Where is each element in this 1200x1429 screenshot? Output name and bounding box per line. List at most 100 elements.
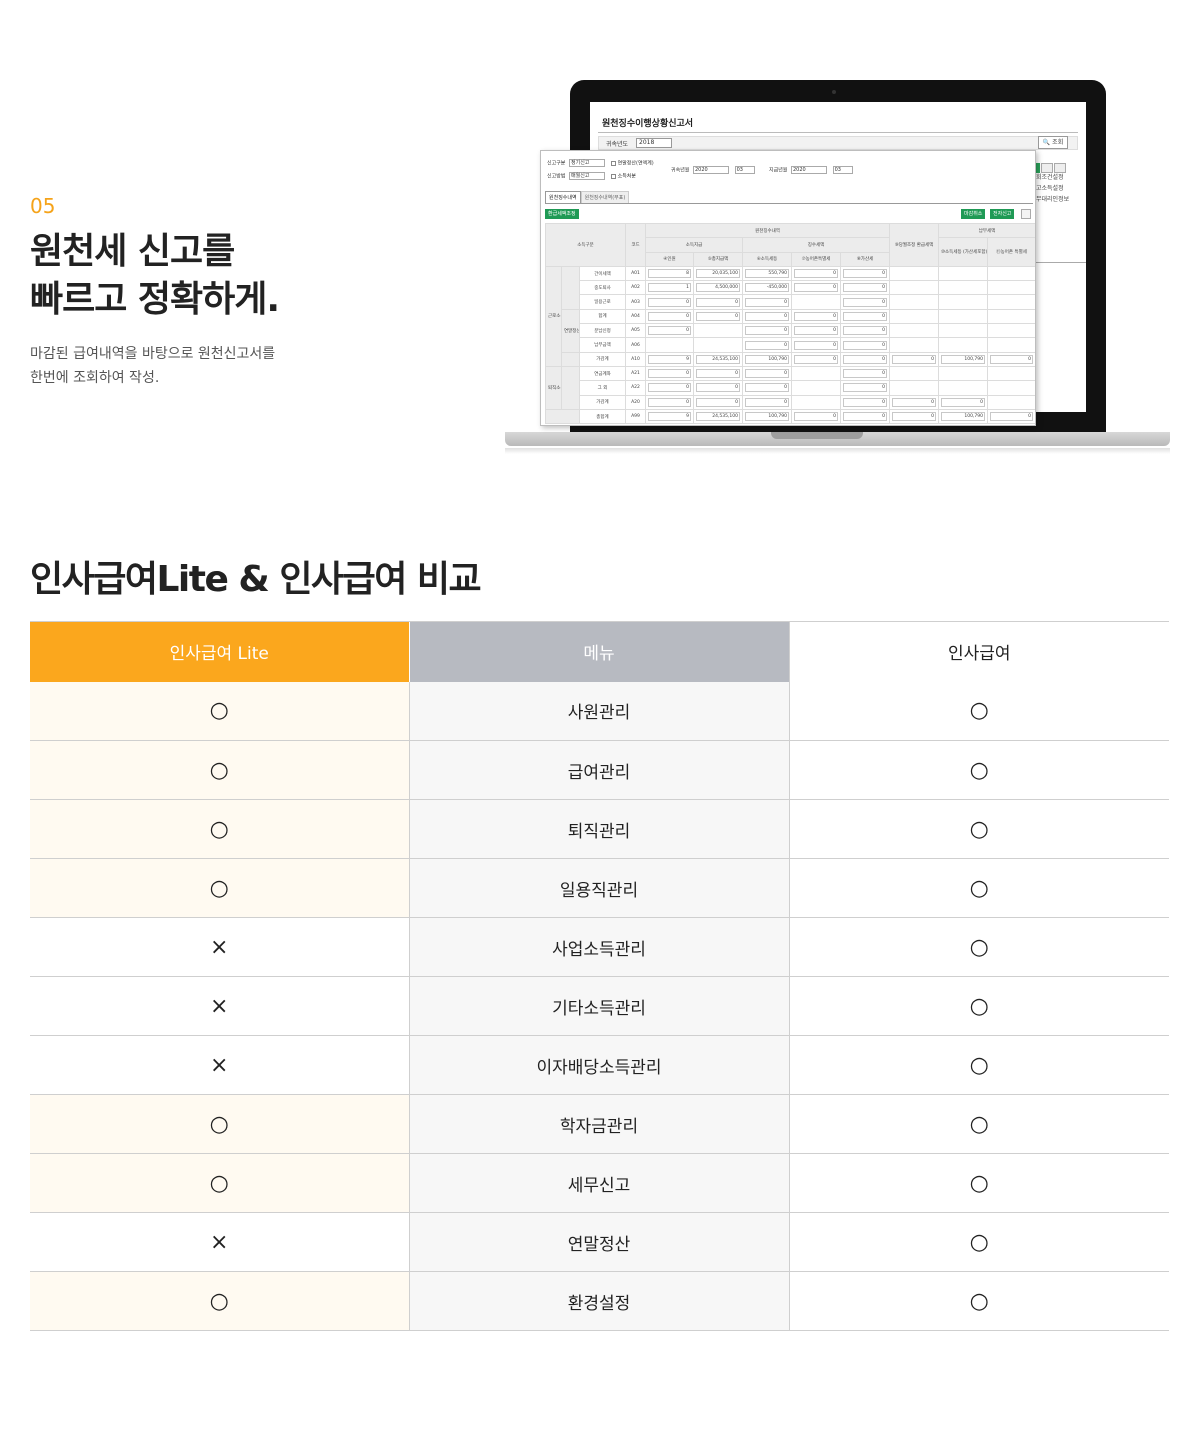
refund-adjust-button[interactable]: 환급세액조정 xyxy=(545,209,579,219)
cell-pay_rural xyxy=(987,265,1035,282)
pay-year-select[interactable]: 2020 xyxy=(791,166,827,174)
income-checkbox[interactable] xyxy=(610,173,616,179)
value-field[interactable]: 4,500,000 xyxy=(696,283,740,293)
menu-cell: 사업소득관리 xyxy=(408,917,790,977)
value-field[interactable]: 0 xyxy=(843,297,887,307)
value-field[interactable]: 0 xyxy=(794,412,838,421)
cell-rural xyxy=(791,294,841,310)
value-field[interactable]: 0 xyxy=(745,311,789,321)
cancel-close-button[interactable]: 마감취소 xyxy=(961,209,986,219)
search-button[interactable]: 🔍 조회 xyxy=(1038,136,1068,149)
compare-body: ○ 사원관리 ○ ○ 급여관리 ○ ○ 퇴직관리 ○ ○ 일용직관리 ○ × 사업소득관리 ○ × 기타소득관리… xyxy=(30,681,1169,1331)
lite-cell: × xyxy=(30,1035,409,1095)
compare-row: ○ 학자금관리 ○ xyxy=(30,1094,1169,1154)
cell-rural: 0 xyxy=(791,308,841,325)
value-field[interactable]: 0 xyxy=(745,297,789,307)
value-field[interactable]: 0 xyxy=(648,369,691,379)
value-field[interactable]: 0 xyxy=(696,369,740,379)
hero-title-line1: 원천세 신고를 xyxy=(30,231,235,272)
value-field[interactable]: -450,000 xyxy=(745,283,789,293)
value-field[interactable]: 0 xyxy=(794,283,838,293)
value-field[interactable]: 0 xyxy=(892,354,936,364)
value-field[interactable]: 0 xyxy=(648,326,691,336)
row-code: A20 xyxy=(625,394,646,410)
menu-name: 사업소득관리 xyxy=(552,939,646,960)
value-field[interactable]: 9 xyxy=(648,354,691,364)
menu-cell: 세무신고 xyxy=(408,1153,790,1213)
menu-item[interactable]: 회조건설정 xyxy=(1036,172,1080,183)
value-field[interactable]: 0 xyxy=(843,383,887,393)
efile-button[interactable]: 전자신고 xyxy=(990,209,1015,219)
value-field[interactable]: 0 xyxy=(794,340,838,350)
menu-item[interactable]: 무대리인정보 xyxy=(1036,194,1080,205)
value-field[interactable]: 0 xyxy=(648,397,691,407)
value-field[interactable]: 0 xyxy=(745,397,789,407)
value-field[interactable]: 0 xyxy=(745,340,789,350)
value-field[interactable]: 0 xyxy=(843,269,887,279)
pay-month-select[interactable]: 03 xyxy=(832,166,853,174)
value-field[interactable]: 0 xyxy=(941,397,985,407)
value-field[interactable]: 0 xyxy=(892,412,936,421)
row-code: A03 xyxy=(625,294,646,310)
yearend-checkbox[interactable] xyxy=(610,160,616,166)
table-row: 중도퇴사 A02 1 4,500,000 -450,000 0 0 xyxy=(546,280,1035,296)
value-field[interactable]: 0 xyxy=(892,397,936,407)
value-field[interactable]: 0 xyxy=(794,326,838,336)
hero-desc-line1: 마감된 급여내역을 바탕으로 원천신고서를 xyxy=(30,346,276,362)
value-field[interactable]: 0 xyxy=(794,269,838,279)
value-field[interactable]: 0 xyxy=(696,297,740,307)
value-field[interactable]: 100,790 xyxy=(745,412,789,421)
value-field[interactable]: 0 xyxy=(696,397,740,407)
value-field[interactable]: 0 xyxy=(696,311,740,321)
value-field[interactable]: 0 xyxy=(696,383,740,393)
value-field[interactable]: 100,790 xyxy=(941,354,985,364)
value-field[interactable]: 0 xyxy=(843,326,887,336)
col-pay-rural-tax: ⑪농어촌 특별세 xyxy=(987,237,1035,267)
value-field[interactable]: 0 xyxy=(648,311,691,321)
value-field[interactable]: 0 xyxy=(794,354,838,364)
print-icon[interactable] xyxy=(1021,209,1031,219)
value-field[interactable]: 0 xyxy=(990,412,1033,421)
row-code: A06 xyxy=(625,337,646,353)
value-field[interactable]: 0 xyxy=(648,297,691,307)
value-field[interactable]: 0 xyxy=(843,412,887,421)
menu-name: 퇴직관리 xyxy=(567,821,631,842)
value-field[interactable]: 0 xyxy=(990,354,1033,364)
value-field[interactable]: 0 xyxy=(843,283,887,293)
value-field[interactable]: 0 xyxy=(745,326,789,336)
tab-withholding-sub[interactable]: 원천징수내역(부표) xyxy=(580,191,630,203)
value-field[interactable]: 0 xyxy=(745,383,789,393)
compare-row: × 기타소득관리 ○ xyxy=(30,976,1169,1036)
value-field[interactable]: 100,790 xyxy=(745,354,789,364)
tab-withholding[interactable]: 원천징수내역 xyxy=(545,191,581,203)
value-field[interactable]: 24,535,100 xyxy=(696,412,740,421)
lite-mark: ○ xyxy=(209,816,229,842)
value-field[interactable]: 0 xyxy=(843,354,887,364)
value-field[interactable]: 9 xyxy=(648,412,691,421)
value-field[interactable]: 24,535,100 xyxy=(696,354,740,364)
value-field[interactable]: 0 xyxy=(843,369,887,379)
value-field[interactable]: 1 xyxy=(648,283,691,293)
belong-year-select[interactable]: 2020 xyxy=(693,166,729,174)
menu-item[interactable]: 고소득설정 xyxy=(1036,183,1080,194)
value-field[interactable]: 8 xyxy=(648,269,691,279)
value-field[interactable]: 0 xyxy=(843,340,887,350)
report-method-select[interactable]: 매월신고 xyxy=(569,172,605,180)
value-field[interactable]: 0 xyxy=(843,311,887,321)
cell-rural xyxy=(791,380,841,396)
report-type-label: 신고구분 xyxy=(547,160,566,167)
value-field[interactable]: 0 xyxy=(745,369,789,379)
cell-rural: 0 xyxy=(791,337,841,353)
belong-month-select[interactable]: 03 xyxy=(734,166,755,174)
value-field[interactable]: 0 xyxy=(648,383,691,393)
col-income-paid: 소득지급 xyxy=(645,237,743,253)
report-type-select[interactable]: 정기신고 xyxy=(569,159,605,167)
year-select[interactable]: 2018 xyxy=(636,138,672,148)
value-field[interactable]: 100,790 xyxy=(941,412,985,421)
value-field[interactable]: 0 xyxy=(843,397,887,407)
cell-pay_rural xyxy=(987,394,1035,410)
value-field[interactable]: 550,790 xyxy=(745,269,789,279)
value-field[interactable]: 0 xyxy=(794,311,838,321)
value-field[interactable]: 20,035,100 xyxy=(696,269,740,279)
report-method-label: 신고방법 xyxy=(547,173,566,180)
